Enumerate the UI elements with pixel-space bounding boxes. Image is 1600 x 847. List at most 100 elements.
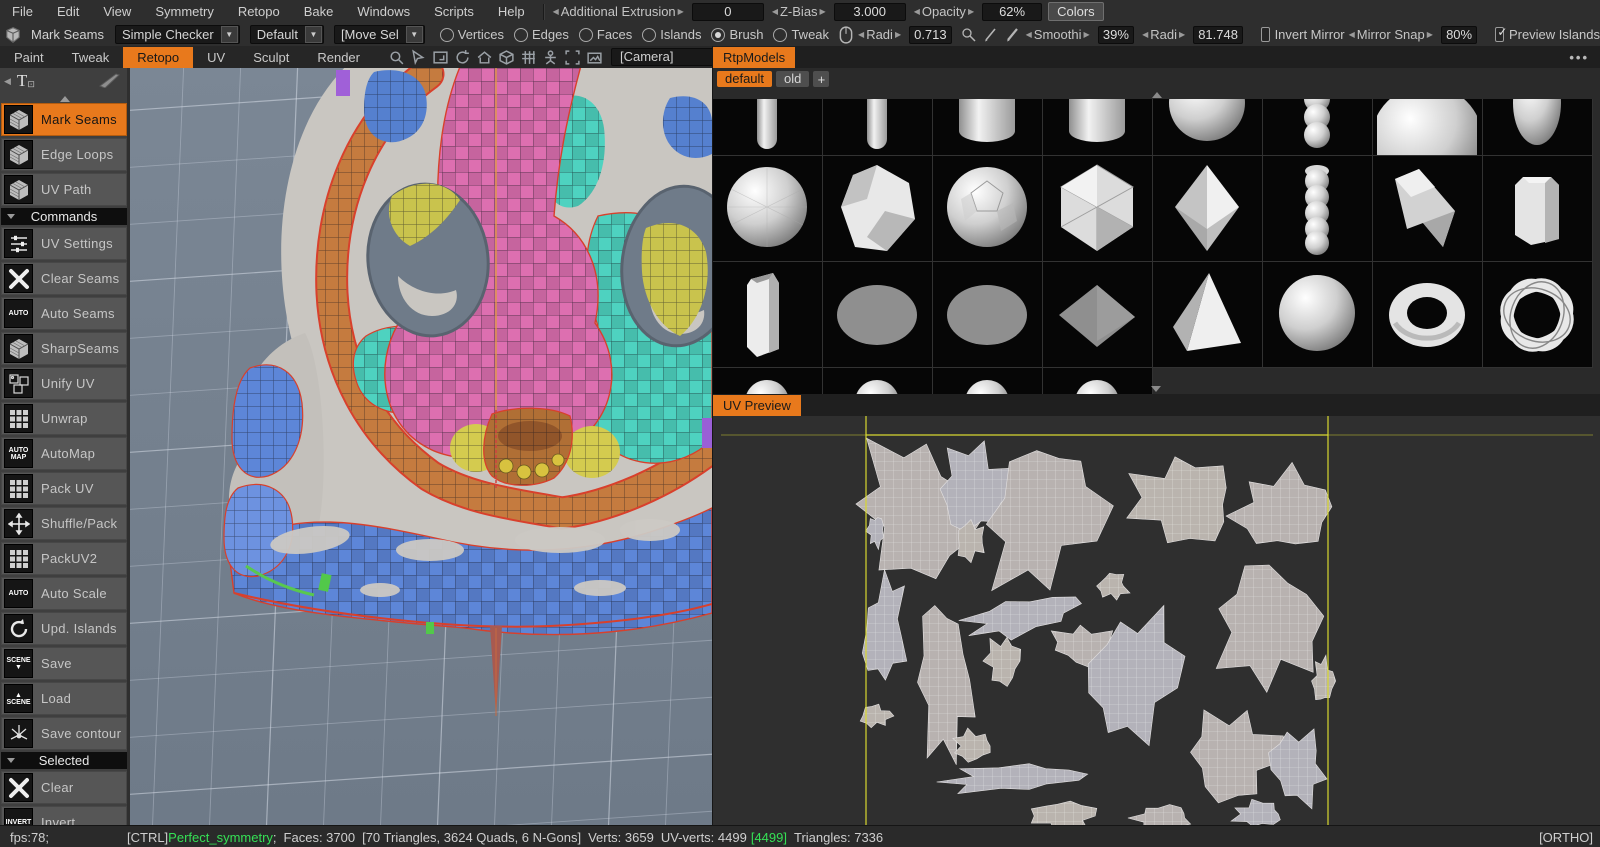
smoothing-value[interactable]: 39% [1097,25,1135,44]
radio-vertices[interactable] [439,27,454,42]
picker-icon[interactable] [961,27,977,43]
radio-islands[interactable] [642,27,657,42]
sidebar-item-unwrap[interactable]: Unwrap [1,402,127,435]
home-icon[interactable] [476,49,493,66]
primitive-octa[interactable] [1153,156,1263,262]
chevron-down-icon[interactable]: ▼ [405,26,423,43]
preset-dropdown[interactable]: Default ▼ [249,25,324,44]
sidebar-item-sharpseams[interactable]: SharpSeams [1,332,127,365]
primitive-elbow[interactable] [1373,156,1483,262]
uv-preview-canvas[interactable] [713,416,1600,825]
colors-button[interactable]: Colors [1048,2,1104,21]
z-bias-value[interactable]: 3.000 [833,2,906,21]
tab-tweak[interactable]: Tweak [58,47,124,68]
menu-windows[interactable]: Windows [345,0,422,23]
cursor-icon[interactable] [410,49,427,66]
primitive-disc[interactable] [933,262,1043,368]
increment-icon[interactable]: ▶ [1177,30,1187,39]
figure-icon[interactable] [542,49,559,66]
tab-default[interactable]: default [717,71,773,87]
section-header-commands[interactable]: Commands [1,208,127,225]
section-header-selected[interactable]: Selected [1,752,127,769]
chevron-down-icon[interactable]: ▼ [220,26,238,43]
decrement-icon[interactable]: ◀ [1347,30,1357,39]
sidebar-item-clear-seams[interactable]: Clear Seams [1,262,127,295]
cube-icon[interactable] [498,49,515,66]
menu-edit[interactable]: Edit [45,0,91,23]
radius2-value[interactable]: 81.748 [1193,25,1243,44]
radius2-spinner[interactable]: ◀ Radi ▶ [1140,27,1187,42]
brush-icon[interactable] [98,72,120,91]
sidebar-item-pack-uv[interactable]: Pack UV [1,472,127,505]
menu-scripts[interactable]: Scripts [422,0,486,23]
tab-sculpt[interactable]: Sculpt [239,47,303,68]
sidebar-item-auto-scale[interactable]: AUTO Auto Scale [1,577,127,610]
increment-icon[interactable]: ▶ [966,7,976,16]
primitive-gem[interactable] [823,156,933,262]
sidebar-item-packuv2[interactable]: PackUV2 [1,542,127,575]
camera-dropdown[interactable]: [Camera] [610,48,715,66]
sidebar-scroll-up[interactable] [0,94,130,103]
decrement-icon[interactable]: ◀ [770,7,780,16]
sidebar-item-uv-path[interactable]: UV Path [1,173,127,206]
checker-dropdown[interactable]: Simple Checker ▼ [114,25,240,44]
grid-scroll-down[interactable] [1141,384,1171,393]
primitive-spherefac[interactable] [713,156,823,262]
primitive-capsule[interactable] [823,99,933,156]
radio-edges[interactable] [514,27,528,42]
frame-icon[interactable] [432,49,449,66]
primitive-flatdiamond[interactable] [1043,262,1153,368]
radio-faces[interactable] [578,27,593,42]
increment-icon[interactable]: ▶ [1082,30,1092,39]
primitive-peek[interactable] [1043,368,1153,395]
sidebar-item-clear[interactable]: Clear [1,771,127,804]
primitive-peek[interactable] [713,368,823,395]
sidebar-item-auto-seams[interactable]: AUTO Auto Seams [1,297,127,330]
mirror-snap-spinner[interactable]: ◀ Mirror Snap ▶ [1347,27,1435,42]
radio-brush[interactable] [711,27,726,42]
primitive-beadcyl[interactable] [1263,99,1373,156]
pressure-mouse-icon[interactable] [839,25,853,44]
tab-render[interactable]: Render [303,47,374,68]
panel-menu-icon[interactable]: ••• [1569,50,1589,65]
primitive-peek[interactable] [823,368,933,395]
primitive-icosa[interactable] [1043,156,1153,262]
decrement-icon[interactable]: ◀ [856,30,866,39]
primitive-ballfac[interactable] [933,156,1043,262]
opacity-value[interactable]: 62% [982,2,1043,21]
increment-icon[interactable]: ▶ [818,7,828,16]
opacity-spinner[interactable]: ◀ Opacity ▶ [912,4,976,19]
tab-uv[interactable]: UV [193,47,239,68]
snapshot-icon[interactable] [586,49,603,66]
sidebar-item-unify-uv[interactable]: Unify UV [1,367,127,400]
menu-view[interactable]: View [91,0,143,23]
decrement-icon[interactable]: ◀ [1024,30,1034,39]
grid-icon[interactable] [520,49,537,66]
primitive-capsule[interactable] [713,99,823,156]
menu-retopo[interactable]: Retopo [226,0,292,23]
menu-help[interactable]: Help [486,0,537,23]
menu-symmetry[interactable]: Symmetry [143,0,226,23]
preview-islands-checkbox[interactable] [1495,25,1507,42]
move-selection-dropdown[interactable]: [Move Sel ▼ [333,25,425,44]
uv-preview-tab[interactable]: UV Preview [713,394,801,416]
tab-paint[interactable]: Paint [0,47,58,68]
z-bias-spinner[interactable]: ◀ Z-Bias ▶ [770,4,828,19]
collapse-left-icon[interactable]: ◀ [4,76,11,87]
zoom-icon[interactable] [388,49,405,66]
primitive-prism[interactable] [713,262,823,368]
sidebar-item-mark-seams[interactable]: Mark Seams [1,103,127,136]
sidebar-item-automap[interactable]: AUTO MAP AutoMap [1,437,127,470]
sidebar-item-save[interactable]: SCENE ▼ Save [1,647,127,680]
rotate-icon[interactable] [454,49,471,66]
primitive-peek[interactable] [933,368,1043,395]
text-tool-icon[interactable]: T [17,71,27,91]
primitive-torusknot[interactable] [1483,262,1593,368]
radius-value[interactable]: 0.713 [909,25,952,44]
additional-extrusion-spinner[interactable]: ◀ Additional Extrusion ▶ [551,4,686,19]
increment-icon[interactable]: ▶ [893,30,903,39]
sidebar-item-save-contour[interactable]: Save contour [1,717,127,750]
primitive-sphere[interactable] [1263,262,1373,368]
tab-retopo[interactable]: Retopo [123,46,194,68]
viewport-3d[interactable] [130,68,712,825]
